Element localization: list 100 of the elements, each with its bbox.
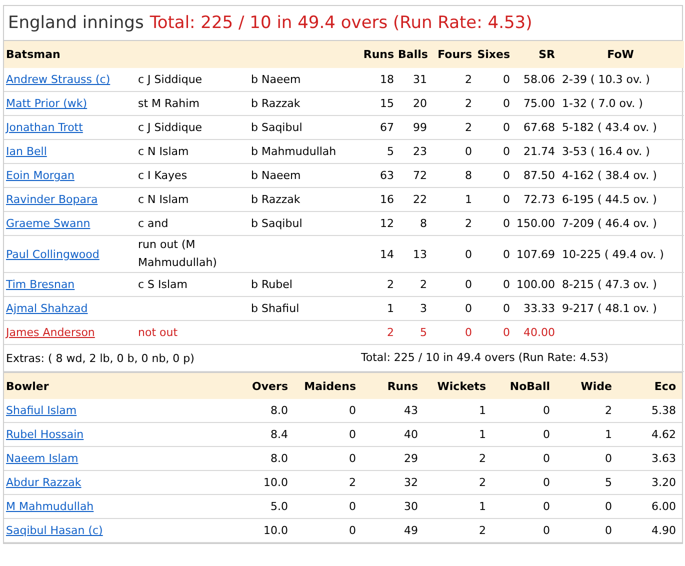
player-link[interactable]: M Mahmudullah [6, 500, 94, 513]
table-cell: 29 [362, 446, 424, 470]
dismissal-text: c S Islam [138, 278, 188, 290]
table-cell: 150.00 [512, 212, 558, 236]
table-cell: 72 [396, 164, 430, 188]
player-link[interactable]: Ian Bell [6, 145, 47, 158]
table-cell: 12 [359, 212, 396, 236]
table-cell: 20 [396, 92, 430, 116]
table-cell: 22 [396, 188, 430, 212]
table-cell: 1 [359, 296, 396, 320]
bowler-text: b Naeem [251, 169, 301, 182]
table-cell: 4.62 [618, 422, 682, 446]
table-cell: 0 [474, 272, 512, 296]
table-cell: 0 [294, 399, 362, 422]
table-cell: 2 [429, 116, 474, 140]
table-cell: 0 [492, 422, 556, 446]
table-cell: 0 [474, 92, 512, 116]
table-cell: 0 [429, 140, 474, 164]
table-cell: 0 [474, 320, 512, 344]
table-cell: 0 [492, 399, 556, 422]
table-cell: 2 [424, 470, 492, 494]
player-link[interactable]: Tim Bresnan [6, 278, 75, 291]
table-cell: 0 [492, 446, 556, 470]
player-link[interactable]: Andrew Strauss (c) [6, 73, 110, 86]
table-cell: 16 [359, 188, 396, 212]
table-cell: 0 [556, 518, 618, 542]
dismissal-text: c J Siddique [138, 72, 202, 86]
player-link[interactable]: Naeem Islam [6, 452, 78, 465]
player-link[interactable]: Shafiul Islam [6, 404, 77, 417]
table-cell: 63 [359, 164, 396, 188]
table-cell: 40.00 [512, 320, 558, 344]
dismissal-text: c N Islam [138, 144, 189, 158]
innings-total: Total: 225 / 10 in 49.4 overs (Run Rate: 4.53) [150, 13, 532, 33]
table-cell: 2 [429, 212, 474, 236]
table-cell: 21.74 [512, 140, 558, 164]
player-link[interactable]: Abdur Razzak [6, 476, 82, 489]
table-cell: 3.63 [618, 446, 682, 470]
player-link[interactable]: Saqibul Hasan (c) [6, 524, 103, 537]
player-link[interactable]: Jonathan Trott [6, 121, 83, 134]
table-cell: 43 [362, 399, 424, 422]
table-cell: 3 [396, 296, 430, 320]
player-link[interactable]: Rubel Hossain [6, 428, 84, 441]
dismissal-text: run out (M Mahmudullah) [138, 238, 217, 269]
table-cell: 5 [556, 470, 618, 494]
column-header: FoW [557, 41, 684, 68]
fall-of-wicket: 5-182 ( 43.4 ov. ) [562, 121, 657, 134]
table-cell: 3.20 [618, 470, 682, 494]
table-cell: 0 [429, 296, 474, 320]
player-link[interactable]: Ajmal Shahzad [6, 302, 88, 315]
column-header: Eco [618, 372, 682, 399]
column-header: Overs [234, 372, 294, 399]
table-cell: 13 [396, 236, 430, 272]
player-link[interactable]: Paul Collingwood [6, 248, 100, 260]
table-cell: 0 [474, 212, 512, 236]
table-cell: 15 [359, 92, 396, 116]
fall-of-wicket: 7-209 ( 46.4 ov. ) [562, 217, 657, 230]
column-header: Wickets [424, 372, 492, 399]
player-link[interactable]: Ravinder Bopara [6, 193, 98, 206]
table-cell: 10.0 [234, 518, 294, 542]
bowler-text: b Mahmudullah [251, 145, 336, 158]
table-cell: 8.0 [234, 446, 294, 470]
column-header: Sixes [474, 41, 512, 68]
column-header: Runs [359, 41, 396, 68]
table-cell: 0 [294, 422, 362, 446]
table-cell: 49 [362, 518, 424, 542]
table-cell: 72.73 [512, 188, 558, 212]
table-cell: 0 [492, 470, 556, 494]
bowler-text: b Razzak [251, 193, 300, 206]
table-cell: 2 [429, 92, 474, 116]
bowler-text: b Saqibul [251, 217, 302, 230]
column-header: Wide [556, 372, 618, 399]
table-cell: 0 [429, 272, 474, 296]
table-cell: 2 [429, 68, 474, 92]
table-cell: 2 [556, 399, 618, 422]
table-cell: 5 [396, 320, 430, 344]
player-link[interactable]: James Anderson [6, 326, 95, 339]
table-cell: 40 [362, 422, 424, 446]
table-cell: 18 [359, 68, 396, 92]
column-header: Fours [429, 41, 474, 68]
table-cell: 0 [294, 446, 362, 470]
dismissal-text: not out [138, 326, 178, 338]
table-cell: 0 [294, 518, 362, 542]
table-cell: 1 [429, 188, 474, 212]
table-cell: 0 [556, 494, 618, 518]
table-cell: 0 [556, 446, 618, 470]
player-link[interactable]: Graeme Swann [6, 217, 90, 230]
table-cell: 33.33 [512, 296, 558, 320]
fall-of-wicket: 8-215 ( 47.3 ov. ) [562, 278, 657, 291]
column-header: Balls [396, 41, 430, 68]
player-link[interactable]: Eoin Morgan [6, 169, 74, 182]
table-cell: 8.4 [234, 422, 294, 446]
dismissal-text: c N Islam [138, 192, 189, 206]
table-cell: 2 [396, 272, 430, 296]
fall-of-wicket: 4-162 ( 38.4 ov. ) [562, 169, 657, 182]
table-cell: 107.69 [512, 236, 558, 272]
table-cell: 0 [474, 116, 512, 140]
player-link[interactable]: Matt Prior (wk) [6, 97, 88, 110]
table-cell: 8 [429, 164, 474, 188]
table-cell: 2 [359, 320, 396, 344]
table-cell: 1 [424, 399, 492, 422]
